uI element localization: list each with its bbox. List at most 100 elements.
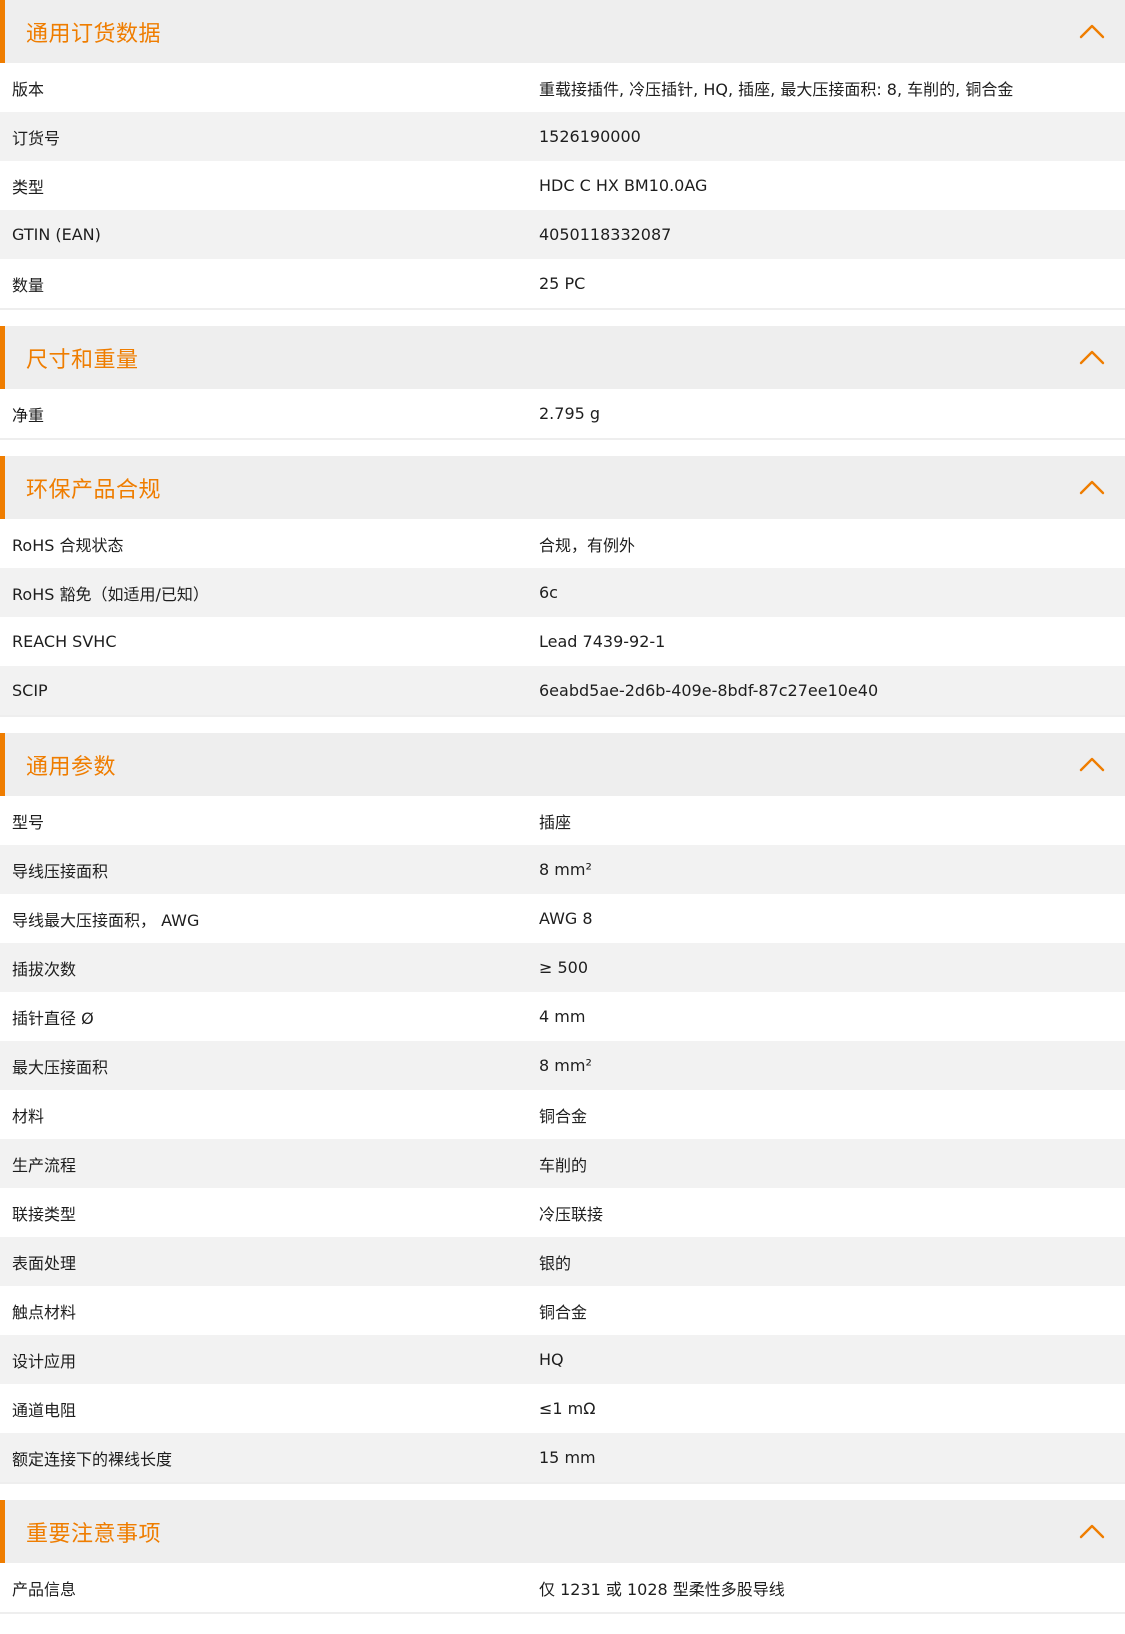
- spec-value: 仅 1231 或 1028 型柔性多股导线: [539, 1579, 785, 1599]
- section-gap: [0, 310, 1125, 326]
- spec-section: 环保产品合规 RoHS 合规状态 合规，有例外 RoHS 豁免（如适用/已知） 6c RE…: [0, 456, 1125, 717]
- spec-row: 订货号 1526190000: [0, 112, 1125, 161]
- spec-value: HDC C HX BM10.0AG: [539, 176, 708, 195]
- spec-row: RoHS 豁免（如适用/已知） 6c: [0, 568, 1125, 617]
- spec-value: ≥ 500: [539, 958, 589, 977]
- spec-row: 额定连接下的裸线长度 15 mm: [0, 1433, 1125, 1482]
- collapse-toggle-button[interactable]: [1077, 473, 1107, 503]
- spec-value: 银的: [539, 1253, 572, 1273]
- spec-section: 通用参数型号 插座导线压接面积 8 mm² 导线最大压接面积， AWG AWG 8 插拔次…: [0, 733, 1125, 1484]
- spec-label: 导线压接面积: [12, 861, 109, 881]
- section-header[interactable]: 环保产品合规: [0, 456, 1125, 519]
- collapse-toggle-button[interactable]: [1077, 1517, 1107, 1547]
- spec-row: 净重 2.795 g: [0, 389, 1125, 438]
- spec-value: ≤1 mΩ: [539, 1399, 596, 1418]
- spec-row: 生产流程 车削的: [0, 1139, 1125, 1188]
- spec-label: 最大压接面积: [12, 1057, 109, 1077]
- spec-row: REACH SVHC Lead 7439-92-1: [0, 617, 1125, 666]
- spec-label: 触点材料: [12, 1302, 77, 1322]
- spec-row: 设计应用 HQ: [0, 1335, 1125, 1384]
- spec-row: 版本 重载接插件, 冷压插针, HQ, 插座, 最大压接面积: 8, 车削的, 铜…: [0, 63, 1125, 112]
- spec-value: 合规，有例外: [539, 535, 636, 555]
- spec-label: 表面处理: [12, 1253, 77, 1273]
- spec-label: SCIP: [12, 681, 48, 700]
- spec-value: 4050118332087: [539, 225, 672, 244]
- spec-value: 6c: [539, 583, 558, 602]
- spec-value: 冷压联接: [539, 1204, 604, 1224]
- section-title: 通用订货数据: [26, 21, 162, 47]
- spec-value: 铜合金: [539, 1302, 588, 1322]
- spec-label: 导线最大压接面积， AWG: [12, 910, 200, 930]
- spec-row: 触点材料 铜合金: [0, 1286, 1125, 1335]
- spec-value: HQ: [539, 1350, 564, 1369]
- chevron-up-icon: [1079, 757, 1105, 771]
- section-title: 环保产品合规: [26, 477, 162, 503]
- spec-label: 版本: [12, 79, 45, 99]
- chevron-up-icon: [1079, 480, 1105, 494]
- spec-value: Lead 7439-92-1: [539, 632, 666, 651]
- spec-value: 铜合金: [539, 1106, 588, 1126]
- spec-row: 最大压接面积 8 mm²: [0, 1041, 1125, 1090]
- spec-label: 数量: [12, 275, 45, 295]
- section-gap: [0, 440, 1125, 456]
- spec-label: 额定连接下的裸线长度: [12, 1449, 173, 1469]
- spec-row: 联接类型 冷压联接: [0, 1188, 1125, 1237]
- chevron-up-icon: [1079, 24, 1105, 38]
- section-title: 尺寸和重量: [26, 347, 139, 373]
- spec-label: 订货号: [12, 128, 61, 148]
- spec-row: 插针直径 Ø 4 mm: [0, 992, 1125, 1041]
- spec-value: 25 PC: [539, 274, 586, 293]
- spec-row: 产品信息 仅 1231 或 1028 型柔性多股导线: [0, 1563, 1125, 1612]
- collapse-toggle-button[interactable]: [1077, 750, 1107, 780]
- section-gap: [0, 1484, 1125, 1500]
- spec-value: 插座: [539, 812, 572, 832]
- spec-row: 型号 插座: [0, 796, 1125, 845]
- spec-section: 尺寸和重量净重 2.795 g: [0, 326, 1125, 440]
- spec-label: 净重: [12, 405, 45, 425]
- spec-row: 数量 25 PC: [0, 259, 1125, 308]
- section-header[interactable]: 通用订货数据: [0, 0, 1125, 63]
- section-gap: [0, 717, 1125, 733]
- spec-row: 表面处理 银的: [0, 1237, 1125, 1286]
- spec-value: 6eabd5ae-2d6b-409e-8bdf-87c27ee10e40: [539, 681, 879, 700]
- spec-value: 8 mm²: [539, 860, 592, 879]
- spec-label: 插拔次数: [12, 959, 77, 979]
- section-header[interactable]: 重要注意事项: [0, 1500, 1125, 1563]
- spec-value: 1526190000: [539, 127, 641, 146]
- spec-section: 通用订货数据版本 重载接插件, 冷压插针, HQ, 插座, 最大压接面积: 8, …: [0, 0, 1125, 310]
- spec-label: 型号: [12, 812, 45, 832]
- section-header[interactable]: 通用参数: [0, 733, 1125, 796]
- spec-label: 类型: [12, 177, 45, 197]
- spec-label: 产品信息: [12, 1579, 77, 1599]
- spec-label: RoHS 合规状态: [12, 535, 124, 555]
- spec-label: RoHS 豁免（如适用/已知）: [12, 584, 209, 604]
- spec-value: 4 mm: [539, 1007, 586, 1026]
- spec-value: AWG 8: [539, 909, 593, 928]
- spec-section: 重要注意事项产品信息 仅 1231 或 1028 型柔性多股导线: [0, 1500, 1125, 1614]
- collapse-toggle-button[interactable]: [1077, 17, 1107, 47]
- chevron-up-icon: [1079, 350, 1105, 364]
- section-title: 通用参数: [26, 754, 117, 780]
- chevron-up-icon: [1079, 1524, 1105, 1538]
- spec-row: SCIP 6eabd5ae-2d6b-409e-8bdf-87c27ee10e40: [0, 666, 1125, 715]
- spec-value: 车削的: [539, 1155, 588, 1175]
- spec-value: 15 mm: [539, 1448, 596, 1467]
- spec-row: 通道电阻 ≤1 mΩ: [0, 1384, 1125, 1433]
- spec-label: 设计应用: [12, 1351, 77, 1371]
- spec-row: 材料 铜合金: [0, 1090, 1125, 1139]
- spec-value: 重载接插件, 冷压插针, HQ, 插座, 最大压接面积: 8, 车削的, 铜合金: [539, 79, 1014, 99]
- spec-value: 8 mm²: [539, 1056, 592, 1075]
- spec-label: 材料: [12, 1106, 45, 1126]
- spec-row: 类型 HDC C HX BM10.0AG: [0, 161, 1125, 210]
- collapse-toggle-button[interactable]: [1077, 343, 1107, 373]
- section-header[interactable]: 尺寸和重量: [0, 326, 1125, 389]
- spec-row: 导线最大压接面积， AWG AWG 8: [0, 894, 1125, 943]
- spec-row: 导线压接面积 8 mm²: [0, 845, 1125, 894]
- spec-row: GTIN (EAN) 4050118332087: [0, 210, 1125, 259]
- section-title: 重要注意事项: [26, 1521, 162, 1547]
- spec-value: 2.795 g: [539, 404, 601, 423]
- spec-label: 通道电阻: [12, 1400, 77, 1420]
- spec-label: REACH SVHC: [12, 632, 117, 651]
- spec-row: RoHS 合规状态 合规，有例外: [0, 519, 1125, 568]
- spec-label: 联接类型: [12, 1204, 77, 1224]
